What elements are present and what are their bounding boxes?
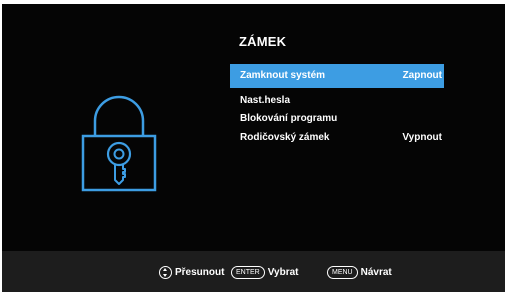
menu-key-icon: MENU: [327, 265, 358, 279]
menu-item-program-block[interactable]: Blokování programu: [230, 110, 444, 128]
tv-screen: ZÁMEK Zamknout systém Zapnout Nast.hesla…: [2, 4, 505, 292]
menu-item-parental-lock[interactable]: Rodičovský zámek Vypnout: [230, 128, 444, 148]
menu-title: ZÁMEK: [239, 34, 287, 49]
footer-hint-bar: Přesunout ENTER Vybrat MENU Návrat: [2, 251, 505, 292]
menu-item-value: Zapnout: [402, 70, 442, 81]
menu-item-label: Rodičovský zámek: [240, 132, 330, 143]
lock-menu-list: Zamknout systém Zapnout Nast.hesla Bloko…: [230, 64, 444, 148]
up-down-arrows-icon: [159, 265, 172, 279]
hint-move-label: Přesunout: [175, 266, 225, 278]
menu-item-set-password[interactable]: Nast.hesla: [230, 92, 444, 110]
enter-key-icon: ENTER: [231, 265, 265, 279]
hint-menu: MENU Návrat: [327, 264, 392, 280]
menu-item-label: Nast.hesla: [240, 95, 291, 106]
menu-item-label: Zamknout systém: [240, 70, 326, 81]
menu-item-label: Blokování programu: [240, 113, 338, 124]
hint-enter: ENTER Vybrat: [231, 264, 299, 280]
padlock-icon: [81, 95, 157, 192]
hint-enter-label: Vybrat: [267, 266, 299, 278]
hint-menu-label: Návrat: [360, 266, 392, 278]
menu-item-system-lock[interactable]: Zamknout systém Zapnout: [230, 64, 444, 88]
hint-move: Přesunout: [159, 264, 224, 280]
menu-item-value: Vypnout: [402, 132, 442, 143]
